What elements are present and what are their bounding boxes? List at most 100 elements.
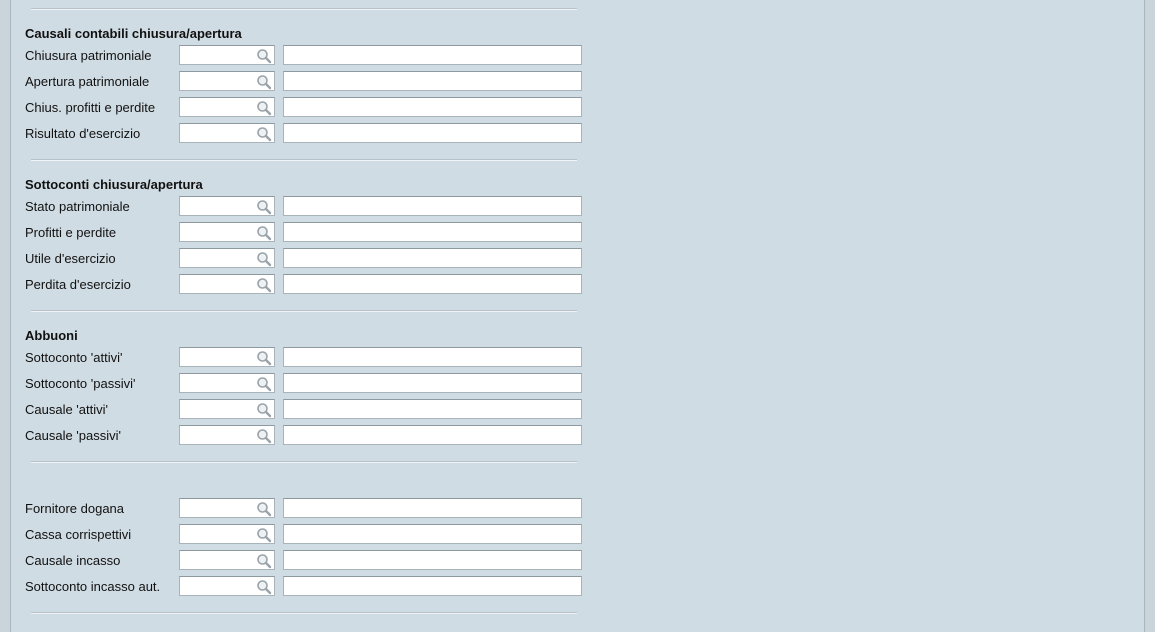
field-label: Cassa corrispettivi	[25, 527, 132, 542]
code-input[interactable]	[180, 525, 256, 543]
row-profitti-perdite: Profitti e perdite	[25, 222, 585, 244]
description-input[interactable]	[284, 348, 581, 366]
description-input[interactable]	[284, 46, 581, 64]
magnifier-icon[interactable]	[256, 527, 272, 543]
description-input[interactable]	[284, 374, 581, 392]
code-input[interactable]	[180, 499, 256, 517]
description-input[interactable]	[284, 400, 581, 418]
description-field[interactable]	[283, 274, 582, 294]
code-input[interactable]	[180, 223, 256, 241]
description-field[interactable]	[283, 196, 582, 216]
description-field[interactable]	[283, 498, 582, 518]
row-causale-incasso: Causale incasso	[25, 550, 585, 572]
description-input[interactable]	[284, 525, 581, 543]
code-input[interactable]	[180, 98, 256, 116]
code-input[interactable]	[180, 197, 256, 215]
magnifier-icon[interactable]	[256, 251, 272, 267]
description-input[interactable]	[284, 223, 581, 241]
description-field[interactable]	[283, 222, 582, 242]
field-label: Stato patrimoniale	[25, 199, 130, 214]
section-separator	[31, 310, 577, 312]
code-field[interactable]	[179, 123, 275, 143]
code-field[interactable]	[179, 373, 275, 393]
row-causale-passivi: Causale 'passivi'	[25, 425, 585, 447]
magnifier-icon[interactable]	[256, 225, 272, 241]
code-field[interactable]	[179, 498, 275, 518]
description-field[interactable]	[283, 97, 582, 117]
section-title-causali: Causali contabili chiusura/apertura	[25, 26, 242, 41]
field-label: Risultato d'esercizio	[25, 126, 141, 141]
code-field[interactable]	[179, 347, 275, 367]
description-input[interactable]	[284, 275, 581, 293]
magnifier-icon[interactable]	[256, 376, 272, 392]
code-input[interactable]	[180, 400, 256, 418]
code-input[interactable]	[180, 551, 256, 569]
code-input[interactable]	[180, 124, 256, 142]
description-input[interactable]	[284, 124, 581, 142]
description-input[interactable]	[284, 551, 581, 569]
magnifier-icon[interactable]	[256, 48, 272, 64]
description-field[interactable]	[283, 71, 582, 91]
field-label: Chiusura patrimoniale	[25, 48, 152, 63]
code-input[interactable]	[180, 426, 256, 444]
magnifier-icon[interactable]	[256, 579, 272, 595]
description-input[interactable]	[284, 249, 581, 267]
description-field[interactable]	[283, 425, 582, 445]
magnifier-icon[interactable]	[256, 501, 272, 517]
magnifier-icon[interactable]	[256, 74, 272, 90]
magnifier-icon[interactable]	[256, 277, 272, 293]
description-input[interactable]	[284, 197, 581, 215]
magnifier-icon[interactable]	[256, 199, 272, 215]
code-field[interactable]	[179, 425, 275, 445]
description-field[interactable]	[283, 45, 582, 65]
code-field[interactable]	[179, 196, 275, 216]
description-field[interactable]	[283, 576, 582, 596]
description-field[interactable]	[283, 347, 582, 367]
code-input[interactable]	[180, 374, 256, 392]
code-field[interactable]	[179, 45, 275, 65]
row-chiusura-patrimoniale: Chiusura patrimoniale	[25, 45, 585, 67]
description-field[interactable]	[283, 248, 582, 268]
code-field[interactable]	[179, 97, 275, 117]
code-field[interactable]	[179, 274, 275, 294]
description-input[interactable]	[284, 72, 581, 90]
description-input[interactable]	[284, 98, 581, 116]
description-field[interactable]	[283, 123, 582, 143]
magnifier-icon[interactable]	[256, 350, 272, 366]
field-label: Sottoconto 'passivi'	[25, 376, 136, 391]
code-input[interactable]	[180, 46, 256, 64]
code-field[interactable]	[179, 71, 275, 91]
magnifier-icon[interactable]	[256, 553, 272, 569]
code-field[interactable]	[179, 576, 275, 596]
row-sottoconto-attivi: Sottoconto 'attivi'	[25, 347, 585, 369]
description-field[interactable]	[283, 399, 582, 419]
code-input[interactable]	[180, 577, 256, 595]
row-fornitore-dogana: Fornitore dogana	[25, 498, 585, 520]
description-field[interactable]	[283, 524, 582, 544]
field-label: Sottoconto 'attivi'	[25, 350, 123, 365]
description-input[interactable]	[284, 577, 581, 595]
code-field[interactable]	[179, 399, 275, 419]
magnifier-icon[interactable]	[256, 126, 272, 142]
code-input[interactable]	[180, 249, 256, 267]
code-field[interactable]	[179, 550, 275, 570]
row-causale-attivi: Causale 'attivi'	[25, 399, 585, 421]
row-perdita-esercizio: Perdita d'esercizio	[25, 274, 585, 296]
code-input[interactable]	[180, 348, 256, 366]
code-field[interactable]	[179, 222, 275, 242]
description-input[interactable]	[284, 499, 581, 517]
magnifier-icon[interactable]	[256, 428, 272, 444]
row-stato-patrimoniale: Stato patrimoniale	[25, 196, 585, 218]
code-field[interactable]	[179, 248, 275, 268]
description-field[interactable]	[283, 550, 582, 570]
code-input[interactable]	[180, 275, 256, 293]
code-field[interactable]	[179, 524, 275, 544]
right-scroll-border	[1144, 0, 1155, 632]
description-input[interactable]	[284, 426, 581, 444]
magnifier-icon[interactable]	[256, 402, 272, 418]
magnifier-icon[interactable]	[256, 100, 272, 116]
code-input[interactable]	[180, 72, 256, 90]
field-label: Fornitore dogana	[25, 501, 125, 516]
description-field[interactable]	[283, 373, 582, 393]
row-risultato-esercizio: Risultato d'esercizio	[25, 123, 585, 145]
